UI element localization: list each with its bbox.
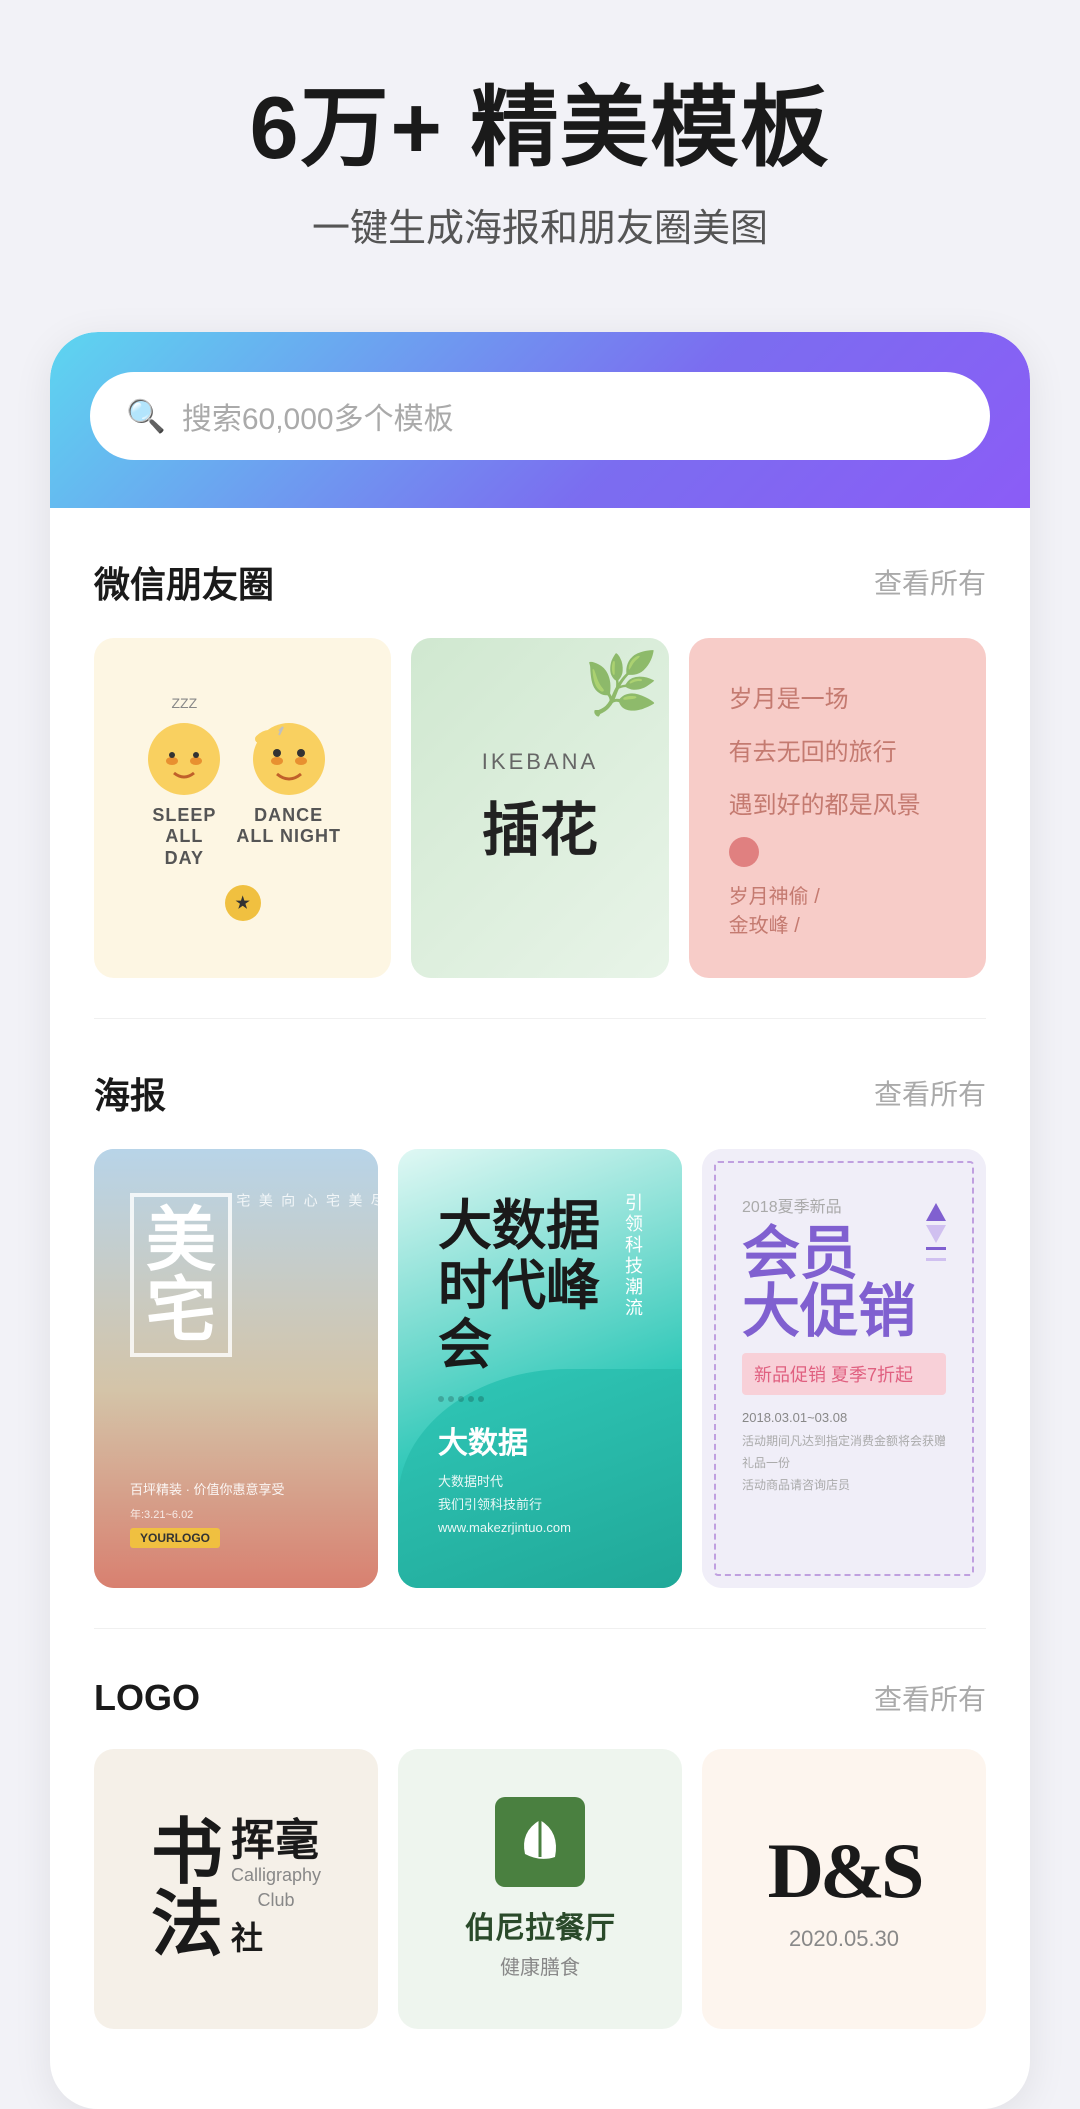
ds-date-text: 2020.05.30	[789, 1926, 899, 1952]
wechat-card-poem[interactable]: 岁月是一场 有去无回的旅行 遇到好的都是风景 岁月神偷 /金玫峰 /	[689, 638, 986, 979]
leaf-svg-icon	[510, 1812, 570, 1872]
poster-card-bigdata[interactable]: 引领科技潮流 大数据时代峰会 大数据 大数据时代我们引领科技前行www.make…	[398, 1149, 682, 1587]
member-promo: 新品促销 夏季7折起	[754, 1361, 934, 1387]
ikebana-en-title: IKEBANA	[482, 749, 598, 775]
ikebana-zh-title: 插花	[482, 783, 598, 867]
calligraphy-text-group: 挥毫 CalligraphyClub 社	[231, 1819, 321, 1959]
meizhai-detail: 百坪精装 · 价值你惠意享受	[130, 1478, 342, 1501]
poster-meizhai-subtitle: 尽美宅心向美宅	[232, 1193, 378, 1207]
calligraphy-content: 书法 挥毫 CalligraphyClub 社	[151, 1817, 321, 1961]
logo-section-header: LOGO 查看所有	[94, 1677, 986, 1719]
poem-line3: 遇到好的都是风景	[729, 784, 946, 827]
logo-template-grid: 书法 挥毫 CalligraphyClub 社	[94, 1749, 986, 2029]
search-bar[interactable]: 🔍 搜索60,000多个模板	[90, 372, 990, 460]
meizhai-date: 年:3.21~6.02	[130, 1506, 342, 1522]
wechat-section-title: 微信朋友圈	[94, 556, 274, 608]
poster-card-member[interactable]: 2018夏季新品 会员大促销 新品促销 夏季7折起	[702, 1149, 986, 1587]
member-promo-banner: 新品促销 夏季7折起	[742, 1353, 946, 1395]
meizhai-logo-badge: YOURLOGO	[130, 1528, 220, 1548]
logo-card-ds[interactable]: D&S 2020.05.30	[702, 1749, 986, 2029]
search-header: 🔍 搜索60,000多个模板	[50, 332, 1030, 508]
restaurant-sub: 健康膳食	[465, 1951, 615, 1980]
poem-footer: 岁月神偷 /金玫峰 /	[729, 837, 946, 938]
dance-label: DANCEALL NIGHT	[236, 805, 341, 848]
sleep-dance-characters: ZZZ SLEEPALLDAY .	[144, 695, 341, 870]
hero-section: 6万+ 精美模板 一键生成海报和朋友圈美图	[0, 0, 1080, 292]
logo-section-title: LOGO	[94, 1677, 200, 1719]
logo-view-all-link[interactable]: 查看所有	[874, 1678, 986, 1718]
poem-line2: 有去无回的旅行	[729, 731, 946, 774]
poster-meizhai-text: 美宅	[146, 1201, 216, 1349]
poem-line1: 岁月是一场	[729, 678, 946, 721]
member-year: 2018夏季新品	[742, 1193, 916, 1217]
poster-meizhai-bottom: 百坪精装 · 价值你惠意享受 年:3.21~6.02 YOURLOGO	[130, 1478, 342, 1547]
bigdata-subtitle: 大数据	[438, 1418, 642, 1462]
hero-subtitle: 一键生成海报和朋友圈美图	[40, 197, 1040, 252]
logo-card-calligraphy[interactable]: 书法 挥毫 CalligraphyClub 社	[94, 1749, 378, 2029]
dance-character: . DANCEALL NIGHT	[236, 695, 341, 848]
logo-card-restaurant[interactable]: 伯尼拉餐厅 健康膳食	[398, 1749, 682, 2029]
wechat-section-header: 微信朋友圈 查看所有	[94, 556, 986, 608]
poster-card-meizhai[interactable]: 美宅 尽美宅心向美宅 百坪精装 · 价值你惠意享受 年:3.21~6.02 YO…	[94, 1149, 378, 1587]
restaurant-icon-box	[495, 1797, 585, 1887]
calligraphy-en: CalligraphyClub	[231, 1863, 321, 1913]
sleep-character: ZZZ SLEEPALLDAY	[144, 695, 224, 870]
member-details: 2018.03.01~03.08 活动期间凡达到指定消费金额将会获赠礼品一份 活…	[742, 1405, 946, 1496]
search-icon: 🔍	[126, 397, 166, 435]
restaurant-text: 伯尼拉餐厅 健康膳食	[465, 1903, 615, 1980]
poster-template-grid: 美宅 尽美宅心向美宅 百坪精装 · 价值你惠意享受 年:3.21~6.02 YO…	[94, 1149, 986, 1587]
bigdata-detail: 大数据时代我们引领科技前行www.makezrjintuo.com	[438, 1470, 642, 1540]
bigdata-main-title: 大数据时代峰会	[438, 1197, 642, 1375]
hui-hao-text: 挥毫	[231, 1819, 319, 1863]
poem-content: 岁月是一场 有去无回的旅行 遇到好的都是风景	[729, 678, 946, 838]
wechat-badge: ★	[225, 885, 261, 921]
wechat-view-all-link[interactable]: 查看所有	[874, 562, 986, 602]
member-detail1: 活动期间凡达到指定消费金额将会获赠礼品一份	[742, 1431, 946, 1474]
bigdata-supertitle: 引领科技潮流	[620, 1193, 646, 1319]
member-date: 2018.03.01~03.08	[742, 1405, 946, 1431]
member-detail2: 活动商品请咨询店员	[742, 1475, 946, 1497]
bigdata-dots	[438, 1388, 642, 1402]
ds-logo-text: D&S	[768, 1826, 921, 1916]
deco-triangles	[926, 1203, 946, 1261]
member-main-title: 会员大促销	[742, 1225, 916, 1341]
wechat-card-sleep-dance[interactable]: ZZZ SLEEPALLDAY .	[94, 638, 391, 979]
logo-section: LOGO 查看所有 书法 挥毫 CalligraphyClub 社	[50, 1629, 1030, 2049]
sleep-label: SLEEPALLDAY	[152, 805, 216, 870]
leaves-icon: 🌿	[584, 648, 659, 719]
meizhai-title-box: 美宅	[130, 1193, 232, 1357]
wechat-template-grid: ZZZ SLEEPALLDAY .	[94, 638, 986, 979]
search-input-placeholder[interactable]: 搜索60,000多个模板	[182, 394, 454, 438]
kanji-text: 书法	[151, 1817, 223, 1961]
app-card: 🔍 搜索60,000多个模板 微信朋友圈 查看所有 ZZZ	[50, 332, 1030, 2109]
calligraphy-logo-group: 书法 挥毫 CalligraphyClub 社	[151, 1817, 321, 1961]
hero-title: 6万+ 精美模板	[40, 80, 1040, 177]
wechat-section: 微信朋友圈 查看所有 ZZZ	[50, 508, 1030, 999]
poster-section-header: 海报 查看所有	[94, 1067, 986, 1119]
poem-author: 岁月神偷 /金玫峰 /	[729, 880, 946, 938]
wechat-card-ikebana[interactable]: IKEBANA 插花 🌿	[411, 638, 668, 979]
poster-section: 海报 查看所有 美宅 尽美宅心向美宅 百坪精装 · 价值你惠意享受 年:3.21…	[50, 1019, 1030, 1607]
restaurant-name: 伯尼拉餐厅	[465, 1903, 615, 1947]
poster-section-title: 海报	[94, 1067, 166, 1119]
poster-view-all-link[interactable]: 查看所有	[874, 1073, 986, 1113]
